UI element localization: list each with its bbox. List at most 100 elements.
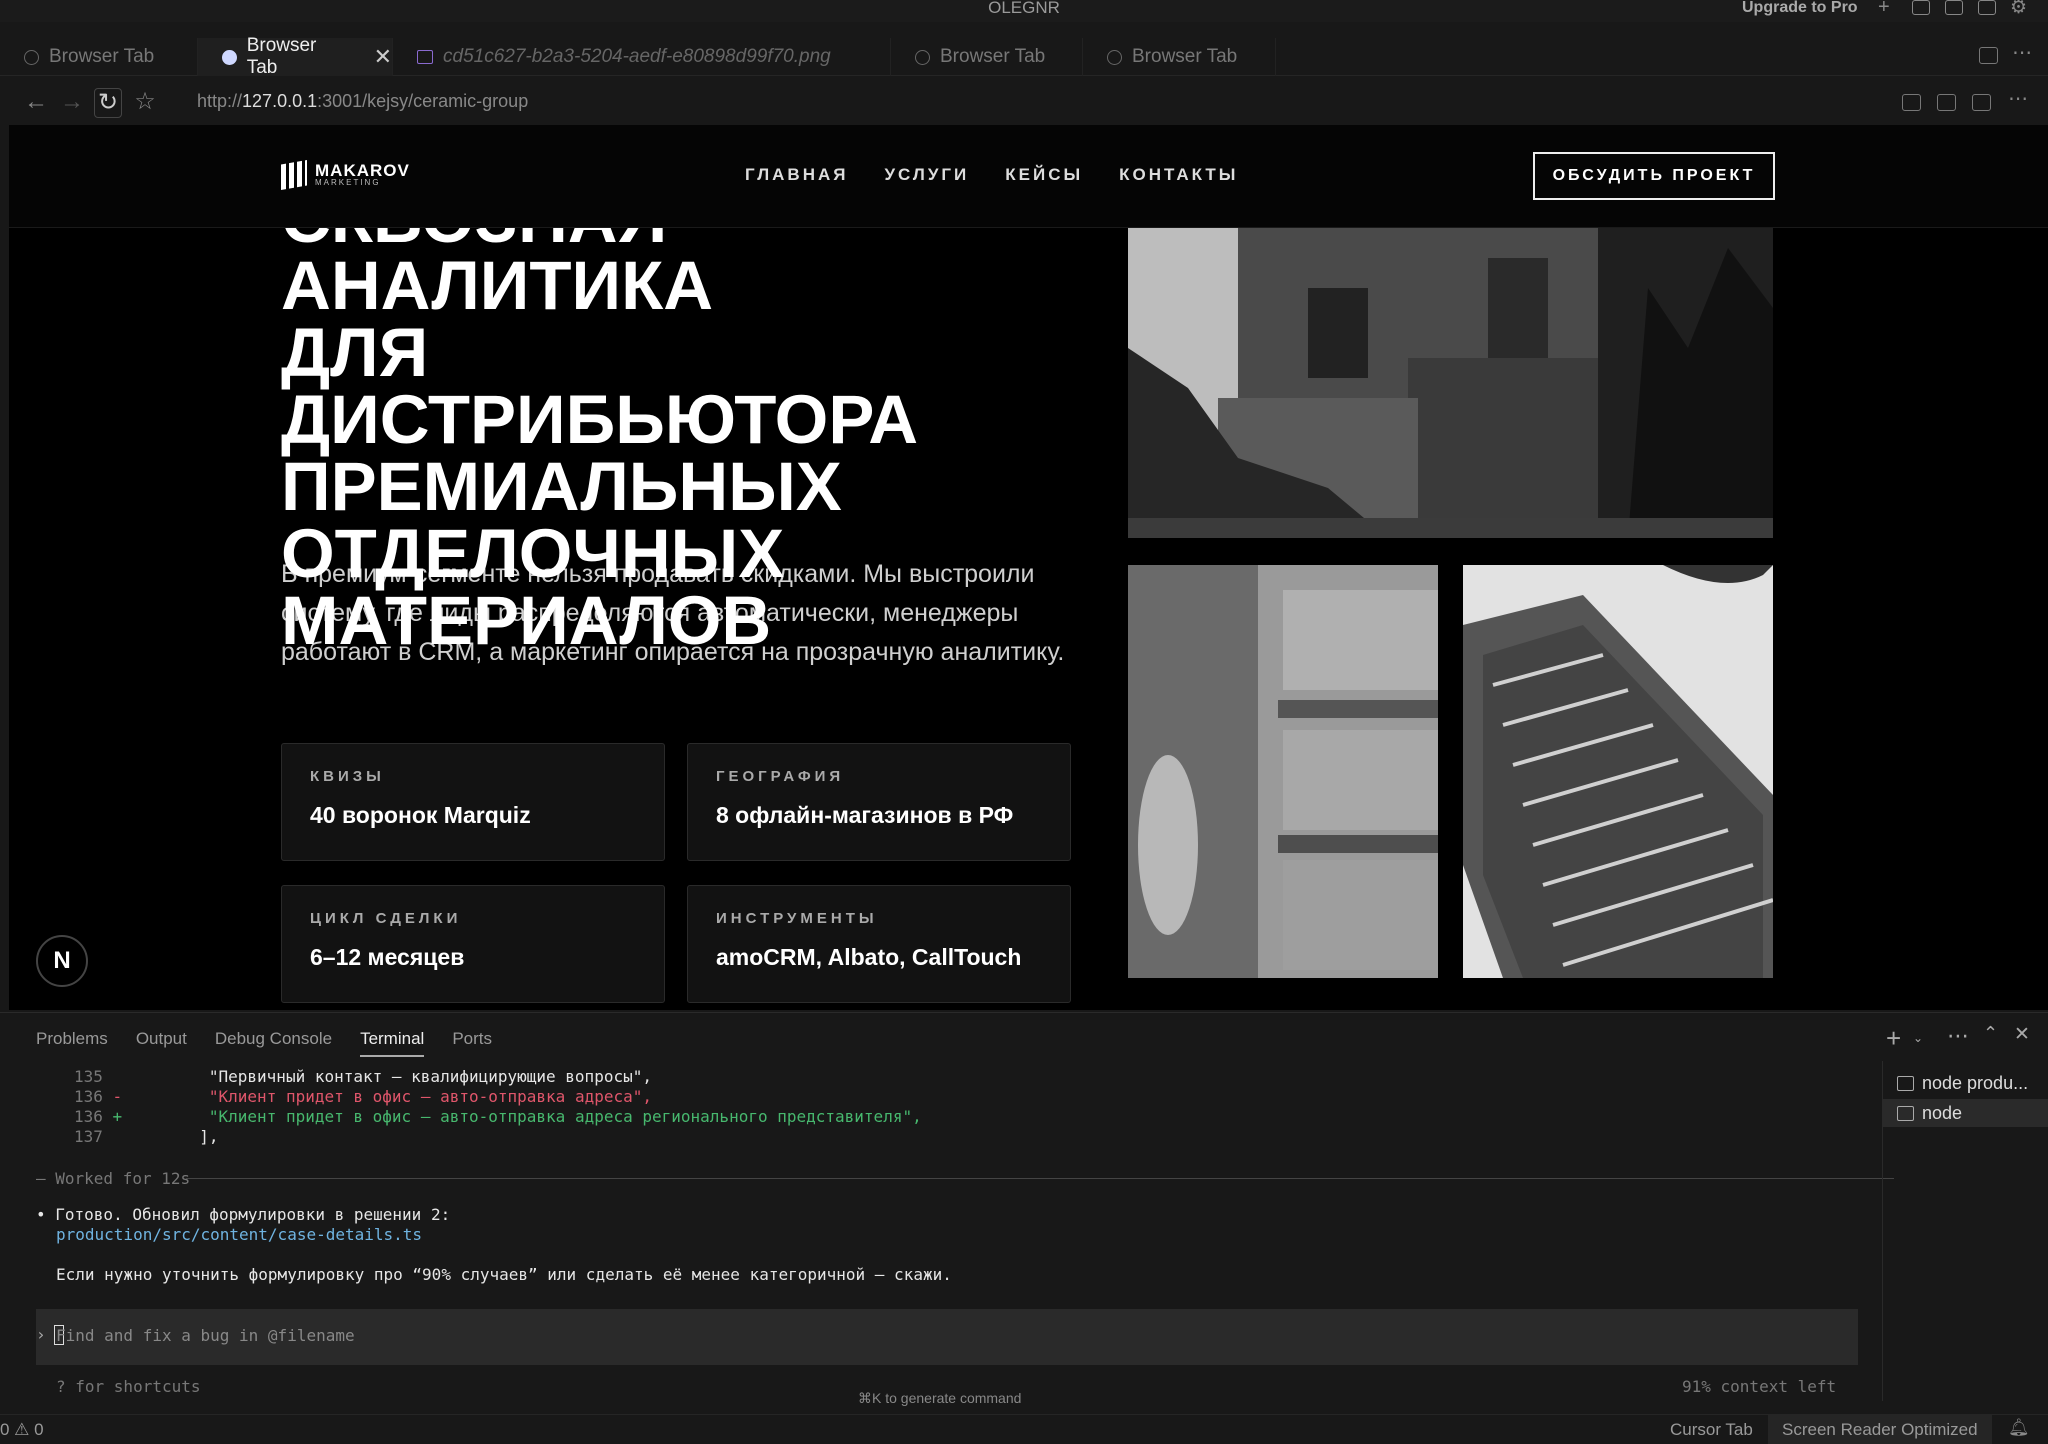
tab-label: Browser Tab [49, 46, 155, 67]
status-bar: 0 ⚠ 0 Cursor Tab Screen Reader Optimized… [0, 1414, 2048, 1444]
more-actions-icon[interactable]: ⋯ [2008, 86, 2028, 111]
stat-card-quizzes: КВИЗЫ 40 воронок Marquiz [281, 743, 665, 861]
tab-problems[interactable]: Problems [36, 1029, 108, 1057]
prompt-caret-icon: › [36, 1325, 46, 1344]
stat-card-geography: ГЕОГРАФИЯ 8 офлайн-магазинов в РФ [687, 743, 1071, 861]
upgrade-link[interactable]: Upgrade to Pro [1742, 0, 1858, 16]
tab-terminal[interactable]: Terminal [360, 1029, 425, 1057]
terminal-item-label: node [1922, 1102, 1963, 1123]
shortcuts-hint: ? for shortcuts [56, 1377, 201, 1396]
stat-value: amoCRM, Albato, CallTouch [716, 944, 1022, 970]
stat-card-deal-cycle: ЦИКЛ СДЕЛКИ 6–12 месяцев [281, 885, 665, 1003]
nav-link-cases[interactable]: КЕЙСЫ [1005, 165, 1083, 185]
gear-icon[interactable]: ⚙ [2010, 0, 2027, 19]
split-editor-icon[interactable] [1979, 47, 1998, 64]
back-arrow-icon[interactable]: ← [22, 88, 50, 118]
tab-browser-1[interactable]: Browser Tab [0, 38, 198, 76]
terminal-icon [1897, 1105, 1914, 1121]
url-field[interactable]: http://127.0.0.1:3001/kejsy/ceramic-grou… [197, 91, 528, 112]
tab-browser-active[interactable]: Browser Tab ✕ [198, 35, 393, 78]
terminal-list: node produ... node [1882, 1061, 2048, 1401]
site-nav: ГЛАВНАЯ УСЛУГИ КЕЙСЫ КОНТАКТЫ [745, 165, 1238, 185]
logo-name: MAKAROV [315, 161, 410, 180]
tab-browser-4[interactable]: Browser Tab [1083, 38, 1276, 76]
tab-label: Browser Tab [246, 35, 317, 78]
done-message: • Готово. Обновил формулировки в решении… [36, 1205, 451, 1224]
tab-debug-console[interactable]: Debug Console [215, 1029, 332, 1057]
more-actions-icon[interactable]: ⋯ [2012, 40, 2032, 65]
sidebar-panel-icon[interactable] [1972, 94, 1991, 111]
terminal-item[interactable]: node produ... [1897, 1069, 2047, 1097]
maximize-panel-icon[interactable]: ⌃ [1983, 1023, 1998, 1044]
nav-link-home[interactable]: ГЛАВНАЯ [745, 165, 848, 185]
tab-label: Browser Tab [940, 46, 1046, 67]
tab-image-file[interactable]: cd51c627-b2a3-5204-aedf-e80898d99f70.png [393, 38, 891, 76]
terminal-icon [1897, 1075, 1914, 1091]
close-icon[interactable]: ✕ [374, 44, 392, 70]
tab-label: Browser Tab [1132, 46, 1238, 67]
cursor-tab-status[interactable]: Cursor Tab [1670, 1420, 1753, 1440]
agent-prompt-input[interactable]: › Find and fix a bug in @filename [36, 1309, 1858, 1365]
reload-icon[interactable]: ↻ [94, 88, 122, 118]
terminal-output[interactable]: 135 "Первичный контакт — квалифицирующие… [36, 1065, 1894, 1405]
url-path: :3001/kejsy/ceramic-group [317, 91, 529, 111]
worked-duration: — Worked for 12s [36, 1169, 191, 1188]
tab-ports[interactable]: Ports [452, 1029, 492, 1057]
problems-count[interactable]: 0 ⚠ 0 [0, 1420, 44, 1440]
more-actions-icon[interactable]: ⋯ [1947, 1023, 1969, 1049]
logo-mark-icon [281, 160, 307, 190]
console-icon[interactable] [1937, 94, 1956, 111]
house-photo [1128, 228, 1773, 538]
nav-link-contacts[interactable]: КОНТАКТЫ [1119, 165, 1238, 185]
stat-label: ЦИКЛ СДЕЛКИ [310, 910, 462, 927]
screen-reader-status[interactable]: Screen Reader Optimized [1768, 1415, 1992, 1444]
toggle-secondary-sidebar-icon[interactable] [1978, 0, 1996, 15]
toggle-panel-icon[interactable] [1945, 0, 1963, 15]
chevron-down-icon[interactable]: ⌄ [1913, 1031, 1923, 1045]
add-icon[interactable]: + [1878, 0, 1890, 19]
new-terminal-icon[interactable]: + [1886, 1023, 1901, 1054]
bottom-panel: Problems Output Debug Console Terminal P… [0, 1012, 2048, 1412]
stat-label: КВИЗЫ [310, 768, 385, 785]
stat-label: ГЕОГРАФИЯ [716, 768, 845, 785]
divider [186, 1178, 1894, 1179]
nav-link-services[interactable]: УСЛУГИ [884, 165, 969, 185]
prompt-placeholder: Find and fix a bug in @filename [56, 1326, 355, 1345]
file-path-link[interactable]: production/src/content/case-details.ts [56, 1225, 422, 1245]
close-icon[interactable]: ✕ [2014, 1023, 2030, 1046]
terminal-item-selected[interactable]: node [1883, 1099, 2048, 1127]
web-viewport: СКВОЗНАЯ АНАЛИТИКА ДЛЯ ДИСТРИБЬЮТОРА ПРЕ… [9, 125, 2048, 1010]
browser-address-bar: ← → ↻ ☆ http://127.0.0.1:3001/kejsy/cera… [0, 86, 2048, 120]
diff-line: 135 "Первичный контакт — квалифицирующие… [74, 1067, 652, 1086]
generate-command-hint: ⌘K to generate command [858, 1390, 1022, 1406]
diff-line-removed: 136 - "Клиент придет в офис — авто-отпра… [74, 1087, 652, 1106]
terminal-item-label: node produ... [1922, 1072, 2029, 1093]
globe-icon [915, 49, 930, 65]
forward-arrow-icon[interactable]: → [58, 88, 86, 118]
star-icon[interactable]: ☆ [131, 88, 159, 118]
diff-line: 137 ], [74, 1127, 219, 1146]
globe-icon [24, 49, 39, 65]
nextjs-badge[interactable]: N [36, 935, 88, 987]
bell-icon[interactable]: 🔔︎ [2008, 1418, 2030, 1438]
tab-browser-3[interactable]: Browser Tab [891, 38, 1083, 76]
stat-card-tools: ИНСТРУМЕНТЫ amoCRM, Albato, CallTouch [687, 885, 1071, 1003]
site-header: MAKAROV MARKETING ГЛАВНАЯ УСЛУГИ КЕЙСЫ К… [9, 125, 2048, 228]
stucco-texture-photo [1128, 565, 1438, 978]
image-file-icon [417, 50, 433, 64]
panel-tabs: Problems Output Debug Console Terminal P… [36, 1029, 492, 1057]
site-logo[interactable]: MAKAROV MARKETING [281, 160, 410, 190]
globe-icon [222, 49, 237, 65]
stat-value: 8 офлайн-магазинов в РФ [716, 802, 1014, 828]
inspect-icon[interactable] [1902, 94, 1921, 111]
context-left: 91% context left [1682, 1377, 1837, 1396]
editor-tabs: Browser Tab Browser Tab ✕ cd51c627-b2a3-… [0, 35, 2048, 78]
followup-note: Если нужно уточнить формулировку про “90… [56, 1265, 952, 1284]
brick-stack-photo [1463, 565, 1773, 978]
toggle-sidebar-icon[interactable] [1912, 0, 1930, 15]
tab-output[interactable]: Output [136, 1029, 187, 1057]
diff-line-added: 136 + "Клиент придет в офис — авто-отпра… [74, 1107, 922, 1126]
hero-title: СКВОЗНАЯ АНАЛИТИКА ДЛЯ ДИСТРИБЬЮТОРА ПРЕ… [281, 184, 919, 659]
app-window: OLEGNR Upgrade to Pro + ⚙ Browser Tab Br… [0, 0, 2048, 1444]
discuss-project-button[interactable]: ОБСУДИТЬ ПРОЕКТ [1533, 152, 1775, 200]
